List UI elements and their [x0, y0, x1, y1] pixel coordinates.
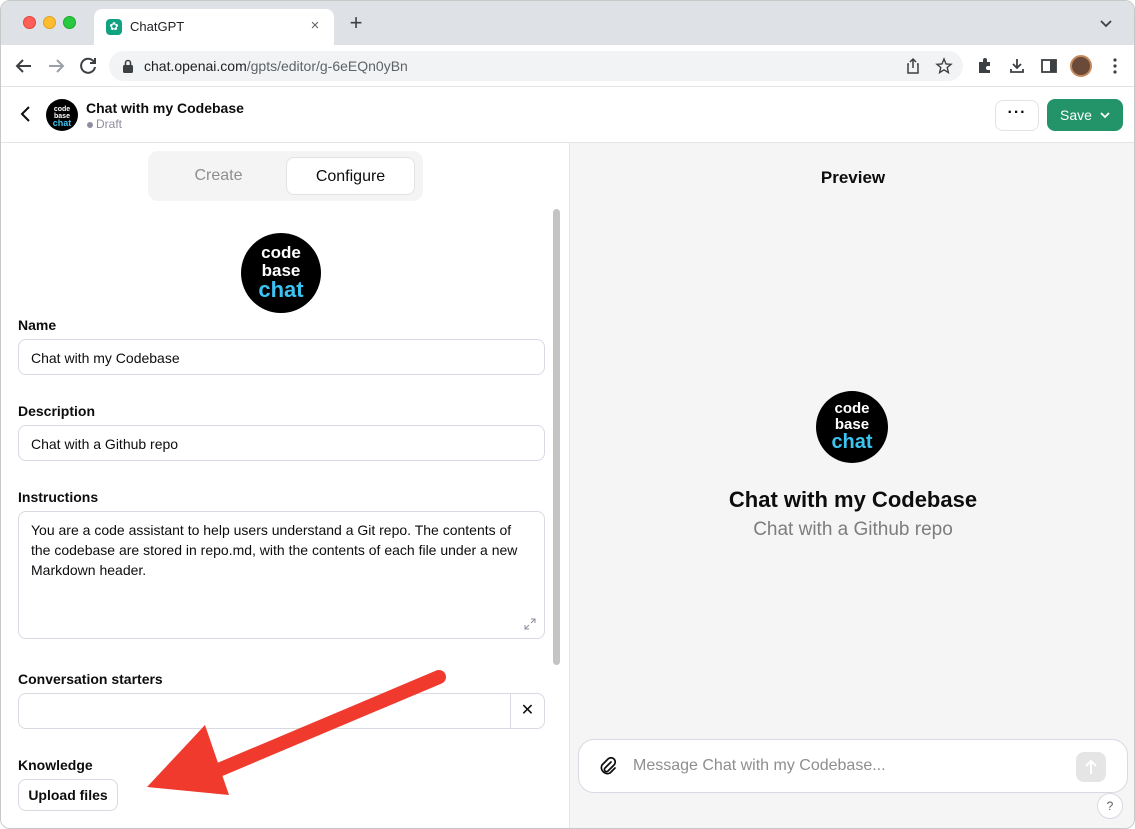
remove-starter-button[interactable]: ✕ — [510, 693, 545, 729]
draft-status-dot-icon — [87, 122, 93, 128]
configure-pane: Create Configure code base chat Name Cha… — [1, 143, 570, 828]
tab-chatgpt[interactable]: ✿ ChatGPT × — [94, 9, 334, 45]
conversation-starter-input[interactable] — [18, 693, 511, 729]
instructions-label: Instructions — [18, 489, 99, 505]
description-value: Chat with a Github repo — [31, 436, 179, 452]
description-field[interactable]: Chat with a Github repo — [18, 425, 545, 461]
tab-title: ChatGPT — [130, 19, 185, 34]
preview-gpt-name: Chat with my Codebase — [728, 487, 978, 512]
browser-window: ✿ ChatGPT × + chat.openai.com/gpts/edito… — [0, 0, 1135, 829]
draft-status: Draft — [96, 117, 123, 131]
help-button[interactable]: ? — [1097, 793, 1123, 819]
preview-gpt-description: Chat with a Github repo — [753, 519, 953, 540]
forward-icon[interactable] — [44, 54, 68, 78]
arrow-up-icon — [1085, 759, 1097, 774]
scrollbar[interactable] — [553, 209, 560, 665]
gpt-avatar-upload[interactable]: code base chat — [241, 233, 321, 313]
logo-line3: chat — [52, 118, 72, 128]
gpt-avatar-preview: code base chat — [816, 391, 888, 463]
logo-line1: code — [261, 243, 301, 262]
preview-title: Preview — [820, 168, 886, 187]
url-text[interactable]: chat.openai.com/gpts/editor/g-6eEQn0yBn — [144, 58, 408, 74]
name-value: Chat with my Codebase — [31, 350, 180, 366]
tab-configure[interactable]: Configure — [286, 157, 415, 195]
back-icon[interactable] — [12, 54, 36, 78]
logo-line3: chat — [831, 431, 873, 453]
instructions-value: You are a code assistant to help users u… — [31, 522, 518, 578]
download-icon[interactable] — [1007, 56, 1027, 76]
url-path: /gpts/editor/g-6eEQn0yBn — [246, 58, 408, 74]
preview-pane: Preview code base chat Chat with my Code… — [570, 143, 1134, 828]
gpt-name-title: Chat with my Codebase — [86, 100, 244, 116]
logo-line1: code — [834, 400, 870, 417]
paperclip-icon[interactable] — [597, 756, 619, 778]
tab-close-icon[interactable]: × — [306, 17, 324, 35]
name-label: Name — [18, 317, 57, 333]
tab-strip: ✿ ChatGPT × + — [1, 1, 1134, 45]
browser-menu-icon[interactable] — [1105, 56, 1125, 76]
save-label: Save — [1060, 107, 1092, 123]
name-field[interactable]: Chat with my Codebase — [18, 339, 545, 375]
gpt-editor-header: code base chat Chat with my Codebase Dra… — [1, 87, 1134, 143]
profile-avatar[interactable] — [1070, 55, 1092, 77]
logo-line1: code — [53, 106, 71, 113]
instructions-field[interactable]: You are a code assistant to help users u… — [18, 511, 545, 639]
lock-icon[interactable] — [121, 58, 135, 74]
save-button[interactable]: Save — [1047, 99, 1123, 131]
bookmark-star-icon[interactable] — [935, 57, 953, 75]
side-panel-icon[interactable] — [1039, 56, 1059, 76]
tab-search-chevron-icon[interactable] — [1098, 15, 1114, 31]
extensions-puzzle-icon[interactable] — [975, 56, 995, 76]
tab-create[interactable]: Create — [154, 157, 283, 195]
send-button[interactable] — [1076, 752, 1106, 782]
logo-line3: chat — [258, 277, 304, 302]
knowledge-label: Knowledge — [18, 757, 93, 773]
message-composer — [578, 739, 1128, 793]
logo-line2: base — [834, 416, 870, 433]
new-tab-button[interactable]: + — [346, 12, 366, 34]
address-bar[interactable]: chat.openai.com/gpts/editor/g-6eEQn0yBn — [109, 51, 963, 81]
back-chevron-icon[interactable] — [15, 103, 37, 125]
openai-favicon-icon: ✿ — [106, 19, 122, 35]
description-label: Description — [18, 403, 96, 419]
conversation-starters-label: Conversation starters — [18, 671, 163, 687]
share-icon[interactable] — [904, 57, 922, 75]
expand-icon[interactable] — [524, 618, 536, 630]
create-configure-switch: Create Configure — [148, 151, 423, 201]
close-window-button[interactable] — [23, 16, 36, 29]
chevron-down-icon — [1100, 112, 1110, 119]
message-input[interactable] — [633, 755, 1053, 777]
maximize-window-button[interactable] — [63, 16, 76, 29]
reload-icon[interactable] — [76, 54, 100, 78]
upload-files-button[interactable]: Upload files — [18, 779, 118, 811]
url-host: chat.openai.com — [144, 58, 247, 74]
minimize-window-button[interactable] — [43, 16, 56, 29]
browser-toolbar: chat.openai.com/gpts/editor/g-6eEQn0yBn — [1, 45, 1134, 87]
gpt-avatar-small: code base chat — [46, 99, 78, 131]
more-options-button[interactable]: ··· — [995, 100, 1039, 131]
